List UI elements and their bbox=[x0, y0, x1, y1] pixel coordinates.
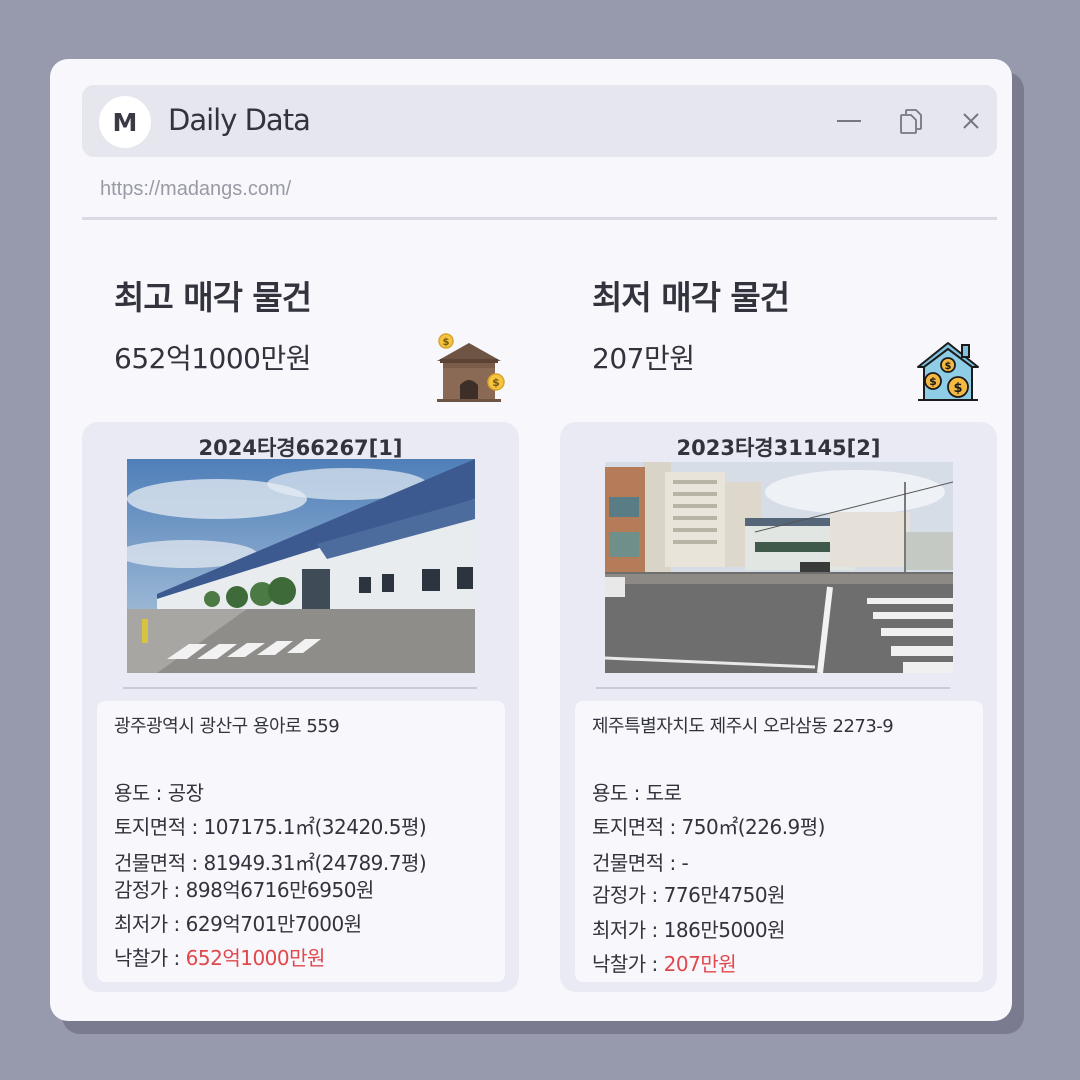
lowest-value: 207만원 bbox=[592, 342, 695, 375]
restore-icon[interactable] bbox=[895, 105, 927, 137]
svg-text:$: $ bbox=[443, 337, 450, 348]
highest-winning-label: 낙찰가 : bbox=[114, 946, 186, 970]
house-coins-icon: $ $ $ bbox=[917, 342, 979, 401]
lowest-card[interactable]: 2023타경31145[2] 제주특별자치도 제주시 오라삼동 2273-9 용… bbox=[560, 422, 997, 992]
svg-text:$: $ bbox=[492, 376, 500, 389]
app-title: Daily Data bbox=[168, 103, 311, 137]
svg-text:$: $ bbox=[929, 375, 937, 388]
lowest-appraised: 감정가 : 776만4750원 bbox=[592, 883, 786, 907]
close-icon[interactable] bbox=[955, 105, 987, 137]
browser-window: M Daily Data https://madangs.com/ 최고 매각 … bbox=[50, 59, 1012, 1021]
highest-value: 652억1000만원 bbox=[114, 342, 311, 375]
url-divider bbox=[82, 217, 997, 220]
highest-property-photo[interactable] bbox=[127, 459, 475, 673]
highest-header: 최고 매각 물건 652억1000만원 bbox=[114, 271, 312, 377]
lowest-case-id[interactable]: 2023타경31145[2] bbox=[560, 432, 997, 462]
lowest-minimum: 최저가 : 186만5000원 bbox=[592, 918, 786, 942]
highest-appraised: 감정가 : 898억6716만6950원 bbox=[114, 878, 374, 902]
highest-case-id[interactable]: 2024타경66267[1] bbox=[82, 432, 519, 462]
highest-card-divider bbox=[123, 687, 477, 689]
highest-minimum: 최저가 : 629억701만7000원 bbox=[114, 912, 362, 936]
lowest-address: 제주특별자치도 제주시 오라삼동 2273-9 bbox=[592, 716, 894, 737]
app-logo: M bbox=[99, 96, 151, 148]
lowest-property-photo[interactable] bbox=[605, 462, 953, 673]
url-text[interactable]: https://madangs.com/ bbox=[100, 178, 291, 201]
lowest-title: 최저 매각 물건 bbox=[592, 278, 790, 317]
title-bar: M Daily Data bbox=[82, 85, 997, 157]
highest-title: 최고 매각 물건 bbox=[114, 278, 312, 317]
lowest-winning-value: 207만원 bbox=[663, 952, 737, 976]
highest-address: 광주광역시 광산구 용아로 559 bbox=[114, 716, 340, 737]
highest-building-area: 건물면적 : 81949.31㎡(24789.7평) bbox=[114, 851, 427, 875]
highest-land-area: 토지면적 : 107175.1㎡(32420.5평) bbox=[114, 815, 427, 839]
house-money-icon: $ $ bbox=[437, 333, 505, 402]
highest-usage: 용도 : 공장 bbox=[114, 781, 204, 805]
minimize-icon[interactable] bbox=[833, 105, 865, 137]
lowest-winning-label: 낙찰가 : bbox=[592, 952, 664, 976]
lowest-land-area: 토지면적 : 750㎡(226.9평) bbox=[592, 815, 826, 839]
lowest-header: 최저 매각 물건 207만원 bbox=[592, 271, 790, 377]
lowest-card-divider bbox=[596, 687, 950, 689]
lowest-info-panel: 제주특별자치도 제주시 오라삼동 2273-9 용도 : 도로 토지면적 : 7… bbox=[575, 701, 983, 982]
lowest-usage: 용도 : 도로 bbox=[592, 781, 682, 805]
highest-card[interactable]: 2024타경66267[1] 광주광역시 광산구 용아로 559 용도: 공장… bbox=[82, 422, 519, 992]
svg-text:$: $ bbox=[945, 361, 952, 372]
highest-winning-value: 652억1000만원 bbox=[185, 946, 326, 970]
svg-text:$: $ bbox=[953, 381, 962, 396]
highest-info-panel: 광주광역시 광산구 용아로 559 용도 : 공장 토지면적 : 107175.… bbox=[97, 701, 505, 982]
lowest-winning-bid: 낙찰가 : 207만원 bbox=[592, 948, 737, 977]
highest-winning-bid: 낙찰가 : 652억1000만원 bbox=[114, 942, 325, 971]
lowest-building-area: 건물면적 : - bbox=[592, 851, 689, 875]
